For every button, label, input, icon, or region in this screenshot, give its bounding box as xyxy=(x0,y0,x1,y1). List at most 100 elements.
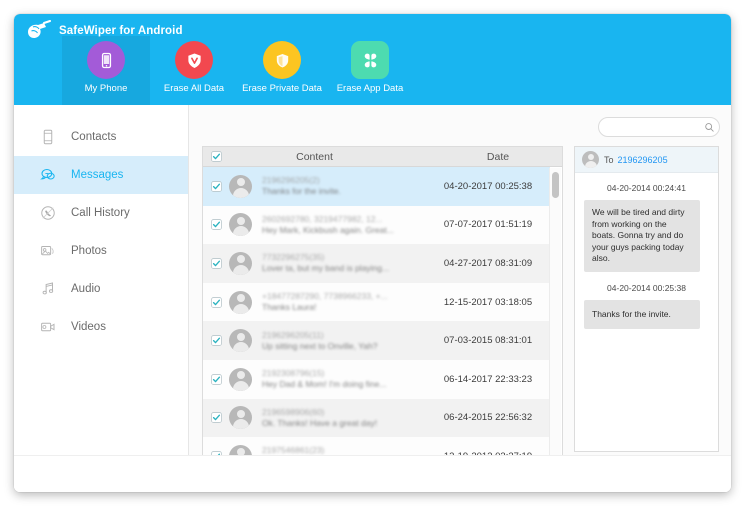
sidebar-item-label: Messages xyxy=(71,169,124,181)
select-all-checkbox[interactable] xyxy=(203,151,229,162)
row-snippet: Up sitting next to Onville, Yah? xyxy=(262,340,378,351)
tab-erase-all-data[interactable]: Erase All Data xyxy=(150,36,238,105)
tab-erase-app-data[interactable]: Erase App Data xyxy=(326,36,414,105)
sidebar-item-call-history[interactable]: Call History xyxy=(14,194,188,232)
scrollbar-thumb[interactable] xyxy=(552,172,559,198)
search-icon[interactable] xyxy=(700,122,718,133)
avatar xyxy=(229,367,252,391)
row-snippet: Hey Mark, Kickbush again. Great... xyxy=(262,224,394,235)
row-sender: 2196296205(2) xyxy=(262,175,320,186)
row-checkbox[interactable] xyxy=(203,258,229,269)
row-checkbox[interactable] xyxy=(203,296,229,308)
video-camera-icon xyxy=(36,316,60,338)
table-row[interactable]: 7732296275(35) Lover ta, but my band is … xyxy=(203,244,550,283)
sidebar-item-label: Call History xyxy=(71,207,130,219)
message-bubble: Thanks for the invite. xyxy=(584,299,700,329)
broom-icon xyxy=(24,20,52,42)
sidebar-item-messages[interactable]: Messages xyxy=(14,156,188,194)
photos-icon xyxy=(36,240,60,262)
row-sender: 7732296275(35) xyxy=(262,252,325,263)
tab-label: Erase App Data xyxy=(336,83,404,94)
row-snippet: Hey Dad & Mom! I'm doing fine... xyxy=(262,379,387,390)
avatar xyxy=(229,329,252,353)
row-checkbox[interactable] xyxy=(203,373,229,385)
row-snippet: Lover ta, but my band is playing... xyxy=(262,263,390,274)
row-date: 07-03-2015 08:31:01 xyxy=(443,335,533,347)
row-checkbox[interactable] xyxy=(203,335,229,347)
tab-label: My Phone xyxy=(84,83,128,94)
row-sender: 2196598906(60) xyxy=(262,406,325,417)
row-sender: 2602692780, 3219477982, 12... xyxy=(262,213,383,224)
call-history-icon xyxy=(36,202,60,224)
row-snippet: Thanks Laura! xyxy=(262,302,317,313)
row-date: 04-20-2017 00:25:38 xyxy=(443,180,533,192)
table-row[interactable]: 2196296205(2) Thanks for the invite. 04-… xyxy=(203,167,550,206)
row-snippet: Ok. Thanks! Have a great day! xyxy=(262,417,378,428)
phone-icon xyxy=(87,41,125,79)
avatar xyxy=(229,213,252,237)
avatar xyxy=(229,174,252,198)
tab-erase-private-data[interactable]: Erase Private Data xyxy=(238,36,326,105)
avatar xyxy=(582,151,599,168)
message-timestamp: 04-20-2014 00:24:41 xyxy=(607,183,686,193)
table-row[interactable]: 2196296205(11) Up sitting next to Onvill… xyxy=(203,321,550,360)
sidebar-item-audio[interactable]: Audio xyxy=(14,270,188,308)
nav-tabs: My Phone Erase All Data Erase Private Da… xyxy=(62,36,414,105)
message-rows: 2196296205(2) Thanks for the invite. 04-… xyxy=(203,167,550,477)
body-area: Contacts Messages Call History Photos Au… xyxy=(14,105,731,492)
shield-icon xyxy=(263,41,301,79)
list-vertical-scrollbar[interactable] xyxy=(549,168,561,477)
row-text: 2192308796(15) Hey Dad & Mom! I'm doing … xyxy=(262,368,430,390)
tab-my-phone[interactable]: My Phone xyxy=(62,36,150,105)
footer-strip xyxy=(14,455,731,492)
row-checkbox[interactable] xyxy=(203,180,229,192)
table-row[interactable]: 2192308796(15) Hey Dad & Mom! I'm doing … xyxy=(203,359,550,399)
to-number[interactable]: 2196296205 xyxy=(618,155,668,165)
sidebar-item-photos[interactable]: Photos xyxy=(14,232,188,270)
avatar xyxy=(229,290,252,314)
message-list-header: Content Date xyxy=(203,147,562,167)
table-row[interactable]: 2602692780, 3219477982, 12... Hey Mark, … xyxy=(203,205,550,245)
search-box[interactable] xyxy=(598,117,720,137)
row-snippet: Thanks for the invite. xyxy=(262,186,341,197)
app-window: SafeWiper for Android My Phone Erase All… xyxy=(14,14,731,492)
row-date: 04-27-2017 08:31:09 xyxy=(443,257,533,269)
phone-outline-icon xyxy=(36,126,60,148)
sidebar-item-label: Audio xyxy=(71,283,101,295)
message-list-panel: Content Date 2196296205(2) Thanks for th… xyxy=(202,146,563,490)
conversation-header: To 2196296205 xyxy=(575,147,718,173)
table-row[interactable]: 2196598906(60) Ok. Thanks! Have a great … xyxy=(203,398,550,438)
avatar xyxy=(229,251,252,275)
row-checkbox[interactable] xyxy=(203,219,229,231)
conversation-panel: To 2196296205 04-20-2014 00:24:41 We wil… xyxy=(574,146,719,452)
row-date: 06-24-2015 22:56:32 xyxy=(443,412,533,424)
sidebar: Contacts Messages Call History Photos Au… xyxy=(14,105,189,492)
row-date: 12-15-2017 03:18:05 xyxy=(443,296,533,308)
sidebar-item-label: Videos xyxy=(71,321,106,333)
sidebar-item-label: Contacts xyxy=(71,131,117,143)
row-text: 7732296275(35) Lover ta, but my band is … xyxy=(262,252,430,274)
to-label: To xyxy=(604,154,614,165)
row-text: +18477287290, 7738966233, +... Thanks La… xyxy=(262,291,430,313)
tab-label: Erase Private Data xyxy=(242,83,322,94)
row-text: 2196296205(11) Up sitting next to Onvill… xyxy=(262,330,430,352)
tab-label: Erase All Data xyxy=(163,83,225,94)
sidebar-item-contacts[interactable]: Contacts xyxy=(14,118,188,156)
message-bubble: We will be tired and dirty from working … xyxy=(584,200,700,272)
conversation-body: 04-20-2014 00:24:41 We will be tired and… xyxy=(575,173,718,329)
search-input[interactable] xyxy=(608,121,700,133)
sidebar-item-videos[interactable]: Videos xyxy=(14,308,188,346)
column-header-content: Content xyxy=(296,150,333,163)
message-timestamp: 04-20-2014 00:25:38 xyxy=(607,282,686,293)
chat-bubble-icon xyxy=(36,164,60,186)
row-checkbox[interactable] xyxy=(203,412,229,424)
row-sender: +18477287290, 7738966233, +... xyxy=(262,291,388,302)
row-sender: 2192308796(15) xyxy=(262,368,325,379)
app-header: SafeWiper for Android My Phone Erase All… xyxy=(14,14,731,105)
row-text: 2196598906(60) Ok. Thanks! Have a great … xyxy=(262,407,430,429)
table-row[interactable]: +18477287290, 7738966233, +... Thanks La… xyxy=(203,282,550,322)
shield-v-icon xyxy=(175,41,213,79)
column-header-date: Date xyxy=(486,150,510,163)
avatar xyxy=(229,406,252,430)
row-text: 2602692780, 3219477982, 12... Hey Mark, … xyxy=(262,214,430,236)
